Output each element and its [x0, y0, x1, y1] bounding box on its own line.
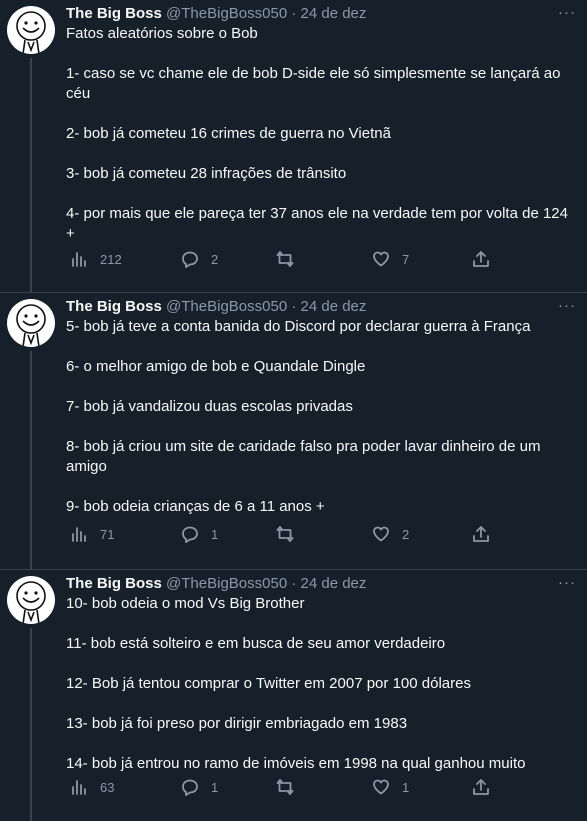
- more-icon[interactable]: ···: [557, 298, 577, 315]
- thread-line: [30, 351, 32, 569]
- retweet-button[interactable]: [276, 777, 306, 797]
- tweet-line: 2- bob já cometeu 16 crimes de guerra no…: [66, 125, 391, 142]
- tweet-text: 5- bob já teve a conta banida do Discord…: [66, 317, 577, 517]
- share-icon: [473, 779, 489, 795]
- tweet-line: Fatos aleatórios sobre o Bob: [66, 25, 258, 42]
- tweet-line: 7- bob já vandalizou duas escolas privad…: [66, 398, 353, 415]
- thread-line: [30, 628, 32, 821]
- avatar[interactable]: [7, 6, 55, 54]
- views-button[interactable]: 63: [70, 777, 114, 797]
- tweet-line: 14- bob já entrou no ramo de imóveis em …: [66, 755, 526, 772]
- views-count: 63: [100, 779, 115, 795]
- retweet-icon: [276, 251, 294, 267]
- reply-icon: [182, 779, 198, 796]
- views-button[interactable]: 212: [70, 249, 122, 269]
- reply-icon: [182, 251, 198, 268]
- like-count: 7: [402, 251, 410, 267]
- author-name[interactable]: The Big Boss: [66, 575, 162, 592]
- author-name[interactable]: The Big Boss: [66, 5, 162, 22]
- avatar-smiley-icon: [16, 11, 46, 54]
- reply-count: 1: [211, 526, 219, 542]
- tweet[interactable]: The Big Boss @TheBigBoss050 · 24 de dez …: [0, 0, 587, 292]
- separator: ·: [291, 5, 297, 22]
- author-handle[interactable]: @TheBigBoss050: [166, 5, 287, 22]
- avatar[interactable]: [7, 576, 55, 624]
- tweet-date[interactable]: 24 de dez: [301, 5, 367, 22]
- share-button[interactable]: [472, 524, 490, 544]
- retweet-icon: [276, 779, 294, 795]
- views-count: 71: [100, 526, 115, 542]
- views-icon: [72, 252, 86, 267]
- reply-button[interactable]: 2: [181, 249, 218, 269]
- tweet-date[interactable]: 24 de dez: [301, 575, 367, 592]
- tweet-line: 3- bob já cometeu 28 infrações de trânsi…: [66, 165, 347, 182]
- tweet-header: The Big Boss @TheBigBoss050 · 24 de dez: [66, 297, 577, 317]
- author-name[interactable]: The Big Boss: [66, 298, 162, 315]
- reply-button[interactable]: 1: [181, 524, 218, 544]
- tweet-text: 10- bob odeia o mod Vs Big Brother 11- b…: [66, 594, 577, 774]
- tweet[interactable]: The Big Boss @TheBigBoss050 · 24 de dez …: [0, 569, 587, 821]
- tweet-line: 1- caso se vc chame ele de bob D-side el…: [66, 65, 561, 102]
- retweet-button[interactable]: [276, 524, 306, 544]
- tweet-line: 13- bob já foi preso por dirigir embriag…: [66, 715, 408, 732]
- views-button[interactable]: 71: [70, 524, 114, 544]
- tweet-line: 10- bob odeia o mod Vs Big Brother: [66, 595, 305, 612]
- like-button[interactable]: 1: [372, 777, 409, 797]
- tweet-line: 11- bob está solteiro e em busca de seu …: [66, 635, 446, 652]
- tweet-line: 5- bob já teve a conta banida do Discord…: [66, 318, 531, 335]
- tweet-header: The Big Boss @TheBigBoss050 · 24 de dez: [66, 4, 577, 24]
- tweet[interactable]: The Big Boss @TheBigBoss050 · 24 de dez …: [0, 292, 587, 569]
- like-count: 2: [402, 526, 410, 542]
- author-handle[interactable]: @TheBigBoss050: [166, 298, 287, 315]
- tweet-line: 12- Bob já tentou comprar o Twitter em 2…: [66, 675, 471, 692]
- tweet-date[interactable]: 24 de dez: [301, 298, 367, 315]
- reply-button[interactable]: 1: [181, 777, 218, 797]
- like-button[interactable]: 7: [372, 249, 409, 269]
- like-button[interactable]: 2: [372, 524, 409, 544]
- share-button[interactable]: [472, 777, 490, 797]
- tweet-line: 4- por mais que ele pareça ter 37 anos e…: [66, 205, 568, 242]
- tweet-line: 9- bob odeia crianças de 6 a 11 anos +: [66, 498, 325, 515]
- like-icon: [373, 526, 389, 542]
- avatar[interactable]: [7, 299, 55, 347]
- separator: ·: [291, 298, 297, 315]
- views-icon: [72, 527, 86, 542]
- avatar-smiley-icon: [16, 304, 46, 347]
- reply-count: 1: [211, 779, 219, 795]
- share-icon: [473, 526, 489, 542]
- views-count: 212: [100, 251, 122, 267]
- like-icon: [373, 779, 389, 795]
- more-icon[interactable]: ···: [557, 575, 577, 592]
- thread-line: [30, 58, 32, 292]
- more-icon[interactable]: ···: [557, 5, 577, 22]
- tweet-text: Fatos aleatórios sobre o Bob 1- caso se …: [66, 24, 577, 244]
- author-handle[interactable]: @TheBigBoss050: [166, 575, 287, 592]
- avatar-smiley-icon: [16, 581, 46, 624]
- separator: ·: [291, 575, 297, 592]
- reply-count: 2: [211, 251, 219, 267]
- share-button[interactable]: [472, 249, 490, 269]
- tweet-line: 6- o melhor amigo de bob e Quandale Ding…: [66, 358, 366, 375]
- like-icon: [373, 251, 389, 267]
- tweet-line: 8- bob já criou um site de caridade fals…: [66, 438, 541, 475]
- retweet-icon: [276, 526, 294, 542]
- views-icon: [72, 780, 86, 795]
- retweet-button[interactable]: [276, 249, 306, 269]
- tweet-header: The Big Boss @TheBigBoss050 · 24 de dez: [66, 574, 577, 594]
- share-icon: [473, 251, 489, 267]
- like-count: 1: [402, 779, 410, 795]
- reply-icon: [182, 526, 198, 543]
